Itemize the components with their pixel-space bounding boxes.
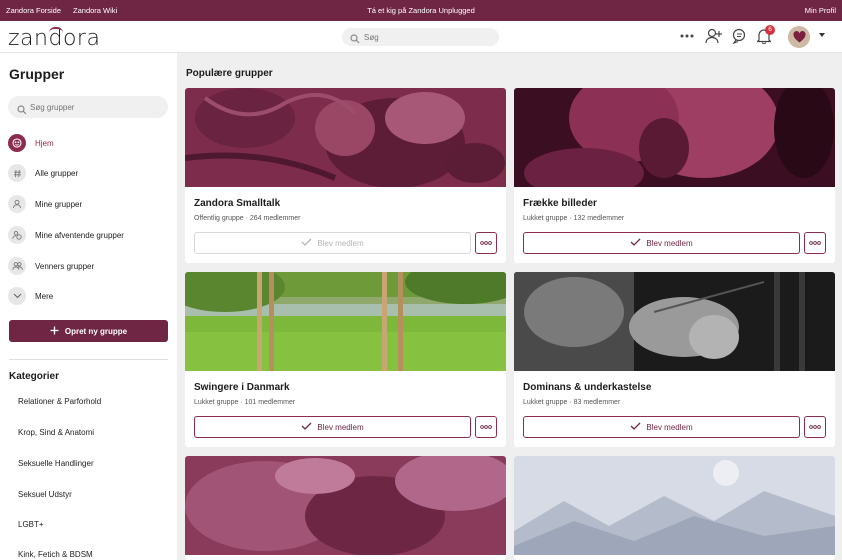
search-input[interactable] xyxy=(364,30,484,44)
create-group-label: Opret ny gruppe xyxy=(64,326,128,336)
join-group-button[interactable]: Blev medlem xyxy=(194,416,471,438)
sidebar-item-my-groups[interactable]: Mine grupper xyxy=(8,194,168,214)
group-cover-image[interactable] xyxy=(514,88,835,187)
group-cover-image[interactable] xyxy=(514,456,835,555)
more-icon xyxy=(809,425,821,429)
categories-title: Kategorier xyxy=(9,371,60,382)
join-group-button[interactable]: Blev medlem xyxy=(523,416,800,438)
more-icon xyxy=(809,241,821,245)
category-item[interactable]: Seksuel Udstyr xyxy=(18,490,72,499)
more-options-button[interactable] xyxy=(804,416,826,438)
category-item[interactable]: LGBT+ xyxy=(18,520,44,529)
my-profile-link[interactable]: Min Profil xyxy=(805,6,836,15)
messages-icon[interactable] xyxy=(731,27,749,45)
sidebar-title: Grupper xyxy=(9,66,65,82)
group-cover-image[interactable] xyxy=(185,88,506,187)
group-search[interactable] xyxy=(8,96,168,118)
check-icon xyxy=(301,238,312,248)
create-group-button[interactable]: Opret ny gruppe xyxy=(9,320,168,342)
hash-icon xyxy=(8,164,26,182)
group-meta: Lukket gruppe · 83 medlemmer xyxy=(523,399,621,406)
sidebar-item-label: Hjem xyxy=(35,138,54,148)
more-icon xyxy=(480,241,492,245)
group-name[interactable]: Frække billeder xyxy=(523,198,597,209)
check-icon xyxy=(301,422,312,432)
divider xyxy=(9,359,168,360)
group-cover-image[interactable] xyxy=(185,456,506,555)
join-label: Blev medlem xyxy=(317,238,364,248)
search-icon xyxy=(17,102,27,120)
sidebar-item-label: Venners grupper xyxy=(35,261,95,271)
sidebar-item-all-groups[interactable]: Alle grupper xyxy=(8,163,168,183)
group-name[interactable]: Swingere i Danmark xyxy=(194,382,290,393)
join-label: Blev medlem xyxy=(646,238,693,248)
group-search-input[interactable] xyxy=(30,100,160,114)
group-card xyxy=(185,456,506,560)
sidebar-item-pending-groups[interactable]: Mine afventende grupper xyxy=(8,225,168,245)
join-label: Blev medlem xyxy=(317,422,364,432)
check-icon xyxy=(630,422,641,432)
pending-icon xyxy=(8,226,26,244)
group-name[interactable]: Dominans & underkastelse xyxy=(523,382,651,393)
user-icon xyxy=(8,195,26,213)
header-search[interactable] xyxy=(342,28,499,46)
heart-icon xyxy=(792,31,806,43)
friends-icon xyxy=(8,257,26,275)
category-item[interactable]: Relationer & Parforhold xyxy=(18,397,101,406)
group-card xyxy=(514,456,835,560)
logo-accent xyxy=(49,27,63,33)
category-item[interactable]: Krop, Sind & Anatomi xyxy=(18,428,94,437)
sidebar-item-label: Mere xyxy=(35,291,54,301)
check-icon xyxy=(630,238,641,248)
sidebar-item-label: Mine grupper xyxy=(35,199,83,209)
add-friend-icon[interactable] xyxy=(705,27,723,45)
sidebar: Grupper Hjem Alle grupper Mine grupper M… xyxy=(0,53,177,560)
sidebar-item-more[interactable]: Mere xyxy=(8,286,168,306)
more-options-button[interactable] xyxy=(475,416,497,438)
sidebar-item-friends-groups[interactable]: Venners grupper xyxy=(8,256,168,276)
avatar[interactable] xyxy=(788,26,810,48)
more-options-button[interactable] xyxy=(475,232,497,254)
group-card: Dominans & underkastelse Lukket gruppe ·… xyxy=(514,272,835,447)
notification-badge: 6 xyxy=(765,25,775,35)
profile-dropdown-caret[interactable] xyxy=(819,33,825,37)
promo-link[interactable]: Tá et kig på Zandora Unplugged xyxy=(367,6,475,15)
group-cover-image[interactable] xyxy=(185,272,506,371)
join-group-button[interactable]: Blev medlem xyxy=(523,232,800,254)
group-name[interactable]: Zandora Smalltalk xyxy=(194,198,280,209)
group-meta: Lukket gruppe · 132 medlemmer xyxy=(523,215,625,222)
chevron-down-icon xyxy=(8,287,26,305)
home-icon xyxy=(8,134,26,152)
more-options-button[interactable] xyxy=(804,232,826,254)
sidebar-item-label: Mine afventende grupper xyxy=(35,230,124,240)
plus-icon xyxy=(50,326,59,337)
category-item[interactable]: Kink, Fetich & BDSM xyxy=(18,550,93,559)
more-icon xyxy=(480,425,492,429)
group-card: Swingere i Danmark Lukket gruppe · 101 m… xyxy=(185,272,506,447)
search-icon xyxy=(350,31,360,49)
group-cover-image[interactable] xyxy=(514,272,835,371)
sidebar-item-label: Alle grupper xyxy=(35,168,79,178)
group-meta: Offentlig gruppe · 264 medlemmer xyxy=(194,215,301,222)
group-card: Frække billeder Lukket gruppe · 132 medl… xyxy=(514,88,835,263)
more-menu-icon[interactable] xyxy=(678,27,696,45)
sidebar-item-home[interactable]: Hjem xyxy=(8,133,168,153)
join-group-button[interactable]: Blev medlem xyxy=(194,232,471,254)
category-item[interactable]: Seksuelle Handlinger xyxy=(18,459,94,468)
group-card: Zandora Smalltalk Offentlig gruppe · 264… xyxy=(185,88,506,263)
page-title: Populære grupper xyxy=(186,68,273,79)
join-label: Blev medlem xyxy=(646,422,693,432)
top-bar: Zandora Forside Zandora Wiki Tá et kig p… xyxy=(0,0,842,21)
group-meta: Lukket gruppe · 101 medlemmer xyxy=(194,399,296,406)
